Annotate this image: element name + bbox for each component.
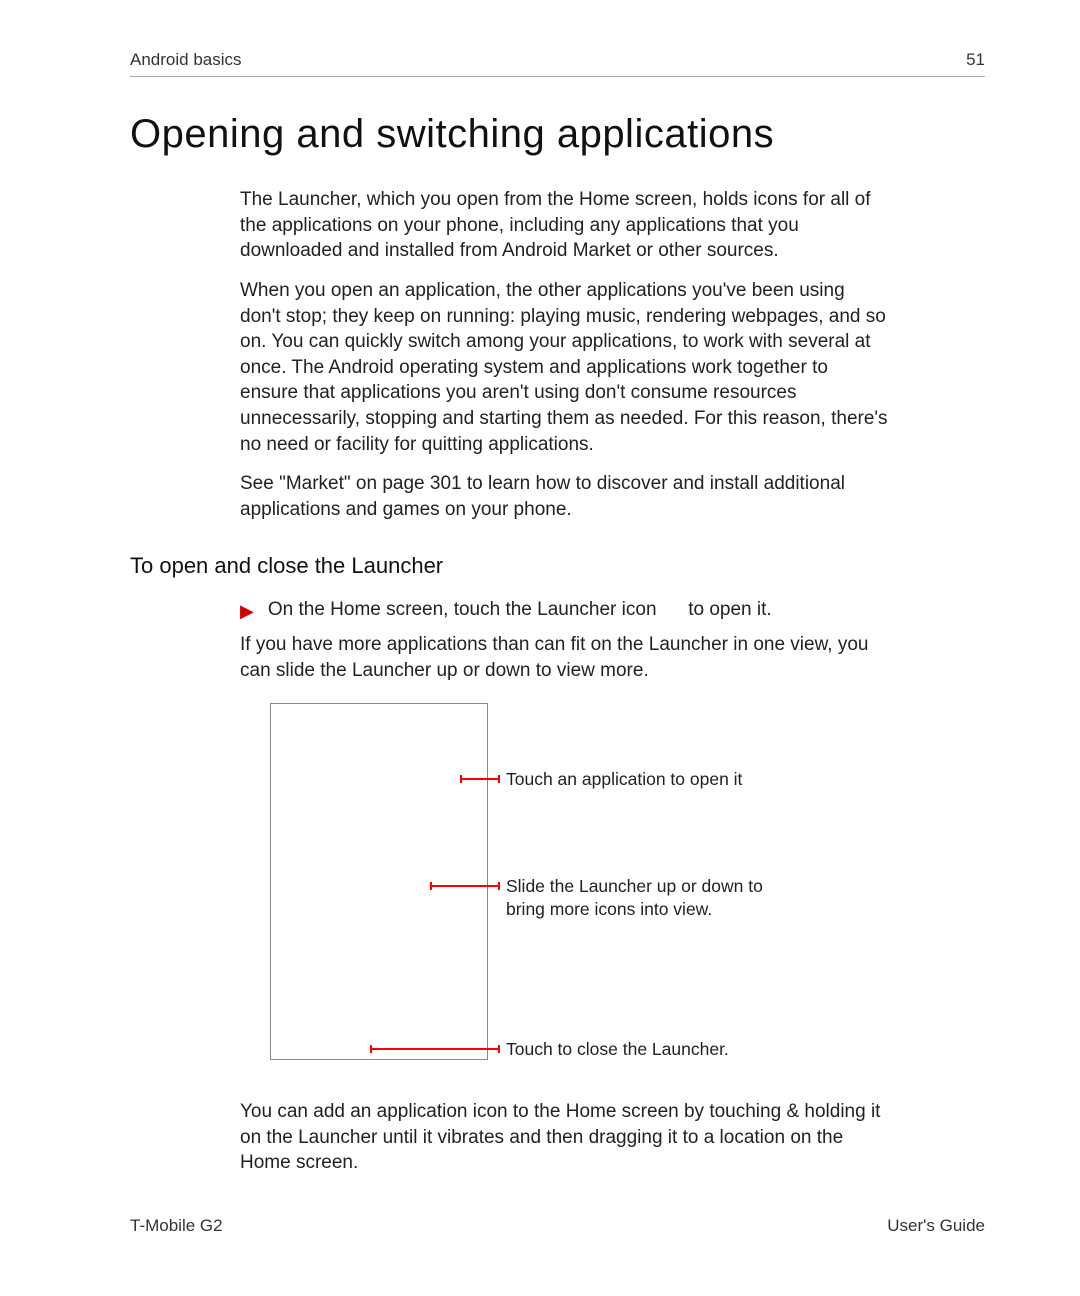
bullet-arrow-icon: ▶ [240,599,254,624]
body-column: The Launcher, which you open from the Ho… [240,187,890,523]
page: Android basics 51 Opening and switching … [0,0,1080,1296]
callout-close-launcher: Touch to close the Launcher. [370,1038,729,1061]
callout-text-3: Touch to close the Launcher. [506,1038,729,1061]
intro-paragraph-3: See "Market" on page 301 to learn how to… [240,471,890,522]
page-header: Android basics 51 [130,50,985,77]
intro-paragraph-1: The Launcher, which you open from the Ho… [240,187,890,264]
page-footer: T-Mobile G2 User's Guide [130,1216,985,1236]
header-section: Android basics [130,50,242,70]
footer-left: T-Mobile G2 [130,1216,223,1236]
footer-right: User's Guide [887,1216,985,1236]
callout-line-icon [460,778,500,780]
bullet-row: ▶ On the Home screen, touch the Launcher… [240,597,890,624]
launcher-diagram: Touch an application to open it Slide th… [270,703,890,1083]
header-page-number: 51 [966,50,985,70]
after-diagram-paragraph: You can add an application icon to the H… [240,1099,890,1176]
bullet-block: ▶ On the Home screen, touch the Launcher… [240,597,890,1176]
callout-line-icon [370,1048,500,1050]
callout-text-2: Slide the Launcher up or down to bring m… [506,875,786,921]
callout-line-icon [430,885,500,887]
intro-paragraph-2: When you open an application, the other … [240,278,890,457]
subheading-open-close-launcher: To open and close the Launcher [130,553,985,579]
page-title: Opening and switching applications [130,112,985,157]
callout-text-1: Touch an application to open it [506,768,742,791]
bullet-follow-text: If you have more applications than can f… [240,632,890,683]
callout-touch-app: Touch an application to open it [460,768,742,791]
callout-slide-launcher: Slide the Launcher up or down to bring m… [430,875,786,921]
bullet-main-text: On the Home screen, touch the Launcher i… [268,597,772,623]
